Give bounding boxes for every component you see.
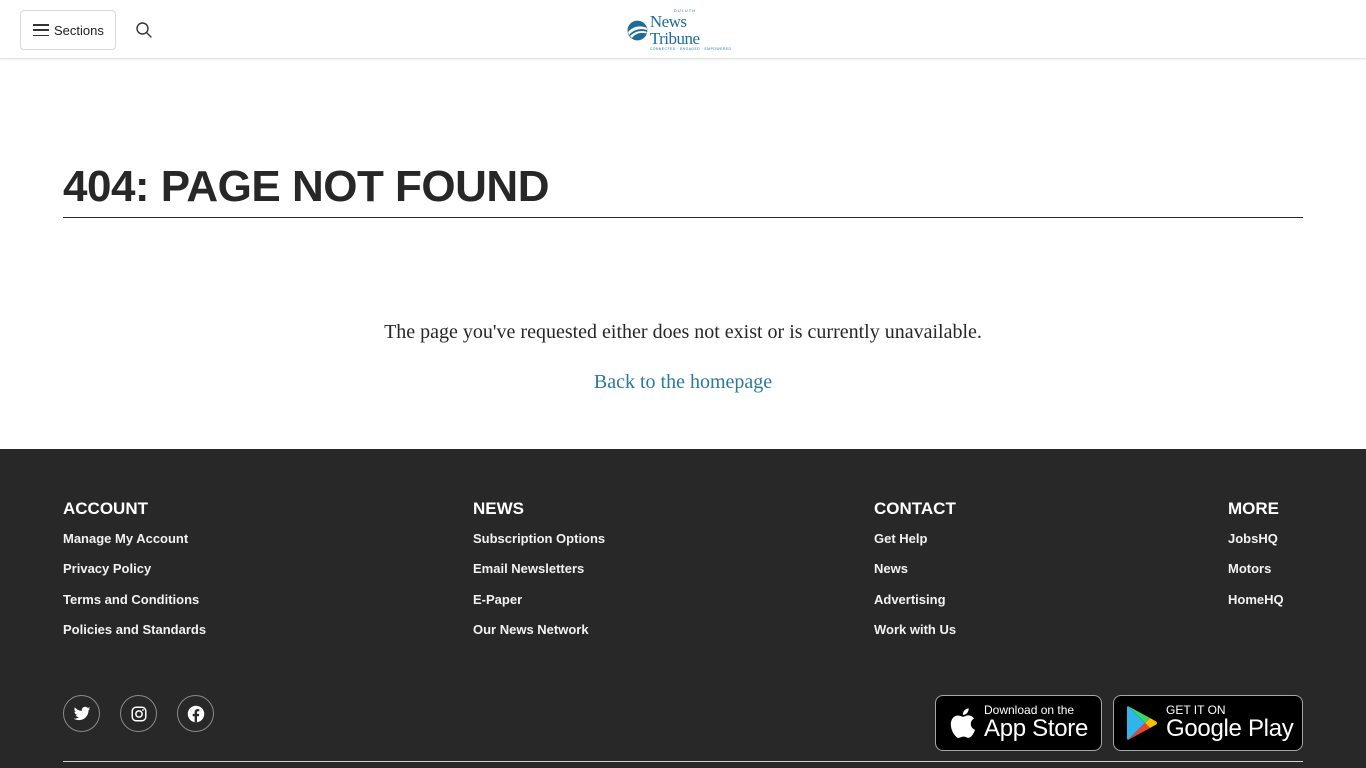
twitter-icon bbox=[73, 706, 90, 720]
footer-link-get-help[interactable]: Get Help bbox=[874, 531, 956, 561]
footer-link-news[interactable]: News bbox=[874, 561, 956, 591]
twitter-link[interactable] bbox=[63, 695, 100, 732]
footer-column-news: NEWS Subscription Options Email Newslett… bbox=[473, 499, 605, 652]
footer-link-work-with-us[interactable]: Work with Us bbox=[874, 622, 956, 652]
instagram-icon bbox=[131, 706, 146, 721]
app-store-badge[interactable]: Download on the App Store bbox=[935, 695, 1102, 751]
facebook-link[interactable] bbox=[177, 695, 214, 732]
hamburger-icon bbox=[33, 24, 49, 36]
back-to-homepage-link[interactable]: Back to the homepage bbox=[0, 371, 1366, 394]
footer-link-manage-account[interactable]: Manage My Account bbox=[63, 531, 206, 561]
footer-link-news-network[interactable]: Our News Network bbox=[473, 622, 605, 652]
apple-icon bbox=[950, 708, 976, 738]
footer-link-newsletters[interactable]: Email Newsletters bbox=[473, 561, 605, 591]
site-footer: ACCOUNT Manage My Account Privacy Policy… bbox=[0, 449, 1366, 768]
facebook-icon bbox=[187, 705, 204, 722]
google-play-icon bbox=[1127, 706, 1157, 740]
title-divider bbox=[63, 217, 1303, 218]
google-play-big-text: Google Play bbox=[1166, 715, 1294, 743]
footer-link-terms[interactable]: Terms and Conditions bbox=[63, 592, 206, 622]
error-message: The page you've requested either does no… bbox=[384, 321, 982, 343]
footer-link-motors[interactable]: Motors bbox=[1228, 561, 1284, 591]
footer-link-homehq[interactable]: HomeHQ bbox=[1228, 592, 1284, 622]
footer-heading: CONTACT bbox=[874, 499, 956, 518]
logo-name: News Tribune bbox=[649, 11, 700, 48]
instagram-link[interactable] bbox=[120, 695, 157, 732]
footer-divider bbox=[63, 761, 1303, 762]
footer-column-account: ACCOUNT Manage My Account Privacy Policy… bbox=[63, 499, 206, 652]
footer-column-more: MORE JobsHQ Motors HomeHQ bbox=[1228, 499, 1284, 622]
site-header: Sections DULUTH News Tribune CONNECTED ·… bbox=[0, 0, 1366, 59]
footer-heading: MORE bbox=[1228, 499, 1279, 518]
logo-wave-icon bbox=[627, 20, 648, 40]
footer-link-advertising[interactable]: Advertising bbox=[874, 592, 956, 622]
footer-link-subscription[interactable]: Subscription Options bbox=[473, 531, 605, 561]
page-title: 404: PAGE NOT FOUND bbox=[63, 162, 549, 211]
app-store-big-text: App Store bbox=[984, 715, 1089, 743]
footer-link-jobshq[interactable]: JobsHQ bbox=[1228, 531, 1284, 561]
search-icon[interactable] bbox=[135, 21, 153, 39]
footer-link-privacy-policy[interactable]: Privacy Policy bbox=[63, 561, 206, 591]
footer-heading: ACCOUNT bbox=[63, 499, 148, 518]
google-play-badge[interactable]: GET IT ON Google Play bbox=[1113, 695, 1303, 751]
footer-heading: NEWS bbox=[473, 499, 524, 518]
footer-link-epaper[interactable]: E-Paper bbox=[473, 592, 605, 622]
site-logo[interactable]: DULUTH News Tribune CONNECTED · ENGAGED … bbox=[627, 8, 739, 50]
sections-label: Sections bbox=[54, 22, 104, 38]
sections-menu-button[interactable]: Sections bbox=[20, 10, 116, 50]
logo-tagline: CONNECTED · ENGAGED · EMPOWERED bbox=[649, 46, 732, 51]
footer-column-contact: CONTACT Get Help News Advertising Work w… bbox=[874, 499, 956, 652]
footer-link-policies[interactable]: Policies and Standards bbox=[63, 622, 206, 652]
